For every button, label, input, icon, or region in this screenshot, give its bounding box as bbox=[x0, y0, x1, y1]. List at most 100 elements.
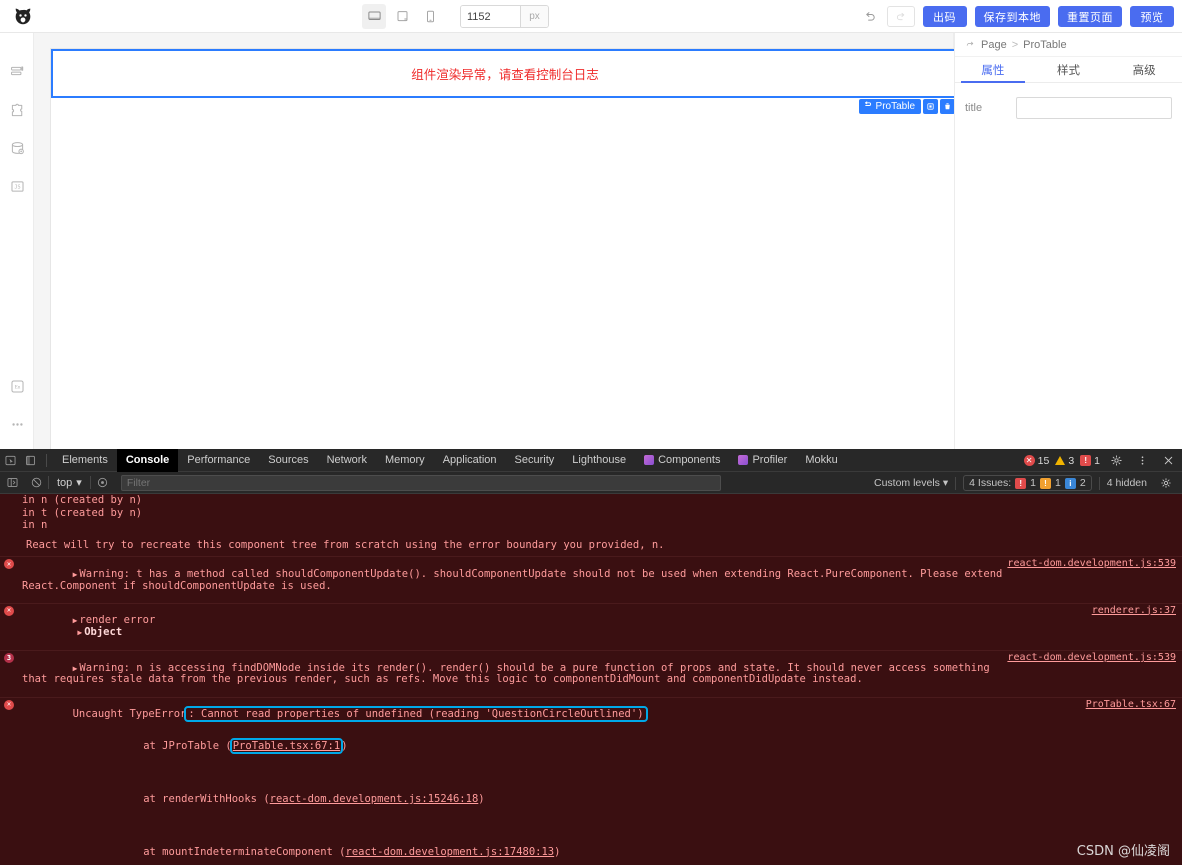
devtools-tab-console[interactable]: Console bbox=[116, 448, 179, 472]
selection-toolbar: ProTable bbox=[858, 99, 955, 114]
console-error-prefix: Uncaught TypeError bbox=[72, 708, 187, 721]
console-levels-label: Custom levels bbox=[873, 477, 940, 489]
console-source-link[interactable]: react-dom.development.js:539 bbox=[1007, 559, 1176, 570]
more-icon[interactable] bbox=[0, 405, 34, 443]
console-sidebar-icon[interactable] bbox=[0, 472, 24, 494]
component-error-boundary[interactable]: 组件渲染异常，请查看控制台日志 bbox=[51, 49, 959, 98]
stack-link[interactable]: react-dom.development.js:15246:18 bbox=[270, 793, 479, 805]
console-filter-input[interactable] bbox=[120, 474, 721, 491]
console-source-link[interactable]: react-dom.development.js:539 bbox=[1007, 653, 1176, 664]
devtools-tab-mokku[interactable]: Mokku bbox=[796, 449, 846, 472]
devtools-tab-lighthouse[interactable]: Lighthouse bbox=[563, 449, 635, 472]
devtools-tab-components[interactable]: Components bbox=[635, 449, 729, 472]
clear-console-icon[interactable] bbox=[24, 472, 48, 494]
property-label-title: title bbox=[965, 102, 983, 114]
canvas-area: 组件渲染异常，请查看控制台日志 ProTable bbox=[34, 33, 959, 452]
console-levels-selector[interactable]: Custom levels ▾ bbox=[874, 477, 948, 489]
stack-fn: at mountIndeterminateComponent ( bbox=[143, 845, 346, 858]
console-row-render-error[interactable]: ✕ ▶ render error ▶ Object renderer.js:37 bbox=[0, 604, 1182, 652]
outline-icon[interactable] bbox=[0, 53, 34, 91]
console-log-list[interactable]: in n (created by n) in t (created by n) … bbox=[0, 494, 1182, 865]
warning-count-icon: 3 bbox=[4, 653, 14, 664]
devtools-tabbar: Elements Console Performance Sources Net… bbox=[0, 448, 1182, 472]
console-source-link[interactable]: renderer.js:37 bbox=[1092, 605, 1176, 617]
expand-arrow-icon[interactable]: ▶ bbox=[73, 570, 78, 579]
warning-icon bbox=[1055, 456, 1066, 465]
issue-count-badge[interactable]: ! 1 bbox=[1080, 455, 1100, 467]
issue-info-icon: i bbox=[1064, 477, 1076, 489]
devtools-tab-security[interactable]: Security bbox=[506, 449, 564, 472]
kebab-icon[interactable] bbox=[1132, 449, 1152, 472]
console-row-warning-spcu[interactable]: ✕ ▶ Warning: t has a method called should… bbox=[0, 557, 1182, 604]
export-code-button[interactable]: 出码 bbox=[922, 6, 967, 27]
tab-styles[interactable]: 样式 bbox=[1031, 57, 1107, 82]
tab-advanced[interactable]: 高级 bbox=[1106, 57, 1182, 82]
device-desktop-button[interactable] bbox=[362, 4, 386, 29]
console-text: React will try to recreate this componen… bbox=[26, 538, 665, 551]
devtools-tab-sources[interactable]: Sources bbox=[259, 449, 317, 472]
issues-label: 4 Issues: bbox=[969, 477, 1012, 489]
devtools-tab-performance[interactable]: Performance bbox=[178, 449, 259, 472]
devtools-tab-memory[interactable]: Memory bbox=[376, 449, 434, 472]
app-logo[interactable] bbox=[0, 0, 46, 33]
save-local-button[interactable]: 保存到本地 bbox=[974, 6, 1050, 27]
devtools-tab-network[interactable]: Network bbox=[318, 449, 376, 472]
breadcrumb-item-protable[interactable]: ProTable bbox=[1023, 39, 1066, 51]
selected-component-label: ProTable bbox=[875, 101, 915, 112]
devtools-tab-components-label: Components bbox=[658, 454, 721, 466]
stack-fn: at JProTable ( bbox=[143, 739, 232, 752]
property-input-title[interactable] bbox=[1016, 97, 1172, 119]
inspect-icon[interactable] bbox=[0, 449, 20, 472]
warning-count-badge[interactable]: 3 bbox=[1055, 455, 1074, 467]
gear-icon[interactable] bbox=[1106, 449, 1126, 472]
left-rail: JS En bbox=[0, 33, 34, 449]
canvas-width-input[interactable] bbox=[461, 6, 520, 27]
console-source-link[interactable]: ProTable.tsx:67 bbox=[1086, 699, 1176, 711]
selected-component-badge[interactable]: ProTable bbox=[858, 99, 921, 114]
undo-icon[interactable] bbox=[861, 8, 879, 26]
reset-page-button[interactable]: 重置页面 bbox=[1058, 6, 1122, 27]
expand-arrow-icon[interactable]: ▶ bbox=[73, 664, 78, 673]
stack-suffix: ) bbox=[341, 739, 348, 752]
page-canvas[interactable]: 组件渲染异常，请查看控制台日志 ProTable bbox=[50, 48, 959, 452]
error-icon: ✕ bbox=[4, 699, 14, 710]
device-toolbar-icon[interactable] bbox=[20, 449, 40, 472]
console-row-warning-finddomnode[interactable]: 3 ▶ Warning: n is accessing findDOMNode i… bbox=[0, 651, 1182, 698]
console-row-uncaught-typeerror[interactable]: ✕ Uncaught TypeError: Cannot read proper… bbox=[0, 698, 1182, 865]
redo-icon[interactable] bbox=[886, 6, 915, 27]
preview-button[interactable]: 预览 bbox=[1130, 6, 1174, 27]
live-expression-icon[interactable] bbox=[91, 472, 115, 494]
expand-arrow-icon[interactable]: ▶ bbox=[73, 628, 82, 637]
datasource-icon[interactable] bbox=[0, 129, 34, 167]
close-icon[interactable] bbox=[1158, 449, 1178, 472]
tab-attributes[interactable]: 属性 bbox=[955, 57, 1031, 83]
devtools-status-group: ✕ 15 3 ! 1 bbox=[1023, 449, 1178, 472]
devtools-panel: Elements Console Performance Sources Net… bbox=[0, 448, 1182, 865]
console-context-selector[interactable]: top ▾ bbox=[49, 476, 90, 490]
trash-icon[interactable] bbox=[940, 99, 955, 114]
stack-link[interactable]: ProTable.tsx:67:1 bbox=[229, 737, 344, 754]
code-js-icon[interactable]: JS bbox=[0, 167, 34, 205]
devtools-tab-profiler[interactable]: Profiler bbox=[729, 449, 796, 472]
stack-suffix: ) bbox=[554, 845, 561, 858]
expand-arrow-icon[interactable]: ▶ bbox=[73, 616, 78, 625]
devtools-tab-application[interactable]: Application bbox=[434, 449, 506, 472]
chevron-down-icon: ▾ bbox=[942, 477, 949, 489]
console-object[interactable]: Object bbox=[84, 626, 122, 638]
device-mobile-button[interactable] bbox=[418, 4, 442, 29]
language-en-icon[interactable]: En bbox=[0, 367, 34, 405]
device-tablet-button[interactable] bbox=[390, 4, 414, 29]
components-icon[interactable] bbox=[0, 91, 34, 129]
device-size-group bbox=[362, 4, 442, 29]
issues-summary-pill[interactable]: 4 Issues: ! 1 ! 1 i 2 bbox=[963, 475, 1092, 491]
console-row: in n bbox=[0, 519, 1182, 532]
error-count-badge[interactable]: ✕ 15 bbox=[1023, 455, 1049, 467]
issue-count: 1 bbox=[1094, 454, 1100, 467]
property-tabs: 属性 样式 高级 bbox=[955, 57, 1182, 83]
breadcrumb-item-page[interactable]: Page bbox=[981, 39, 1007, 51]
stack-link[interactable]: react-dom.development.js:17480:13 bbox=[346, 846, 555, 858]
gear-icon[interactable] bbox=[1154, 472, 1178, 494]
copy-icon[interactable] bbox=[923, 99, 938, 114]
devtools-tab-elements[interactable]: Elements bbox=[53, 449, 117, 472]
hidden-messages-label[interactable]: 4 hidden bbox=[1107, 477, 1147, 489]
